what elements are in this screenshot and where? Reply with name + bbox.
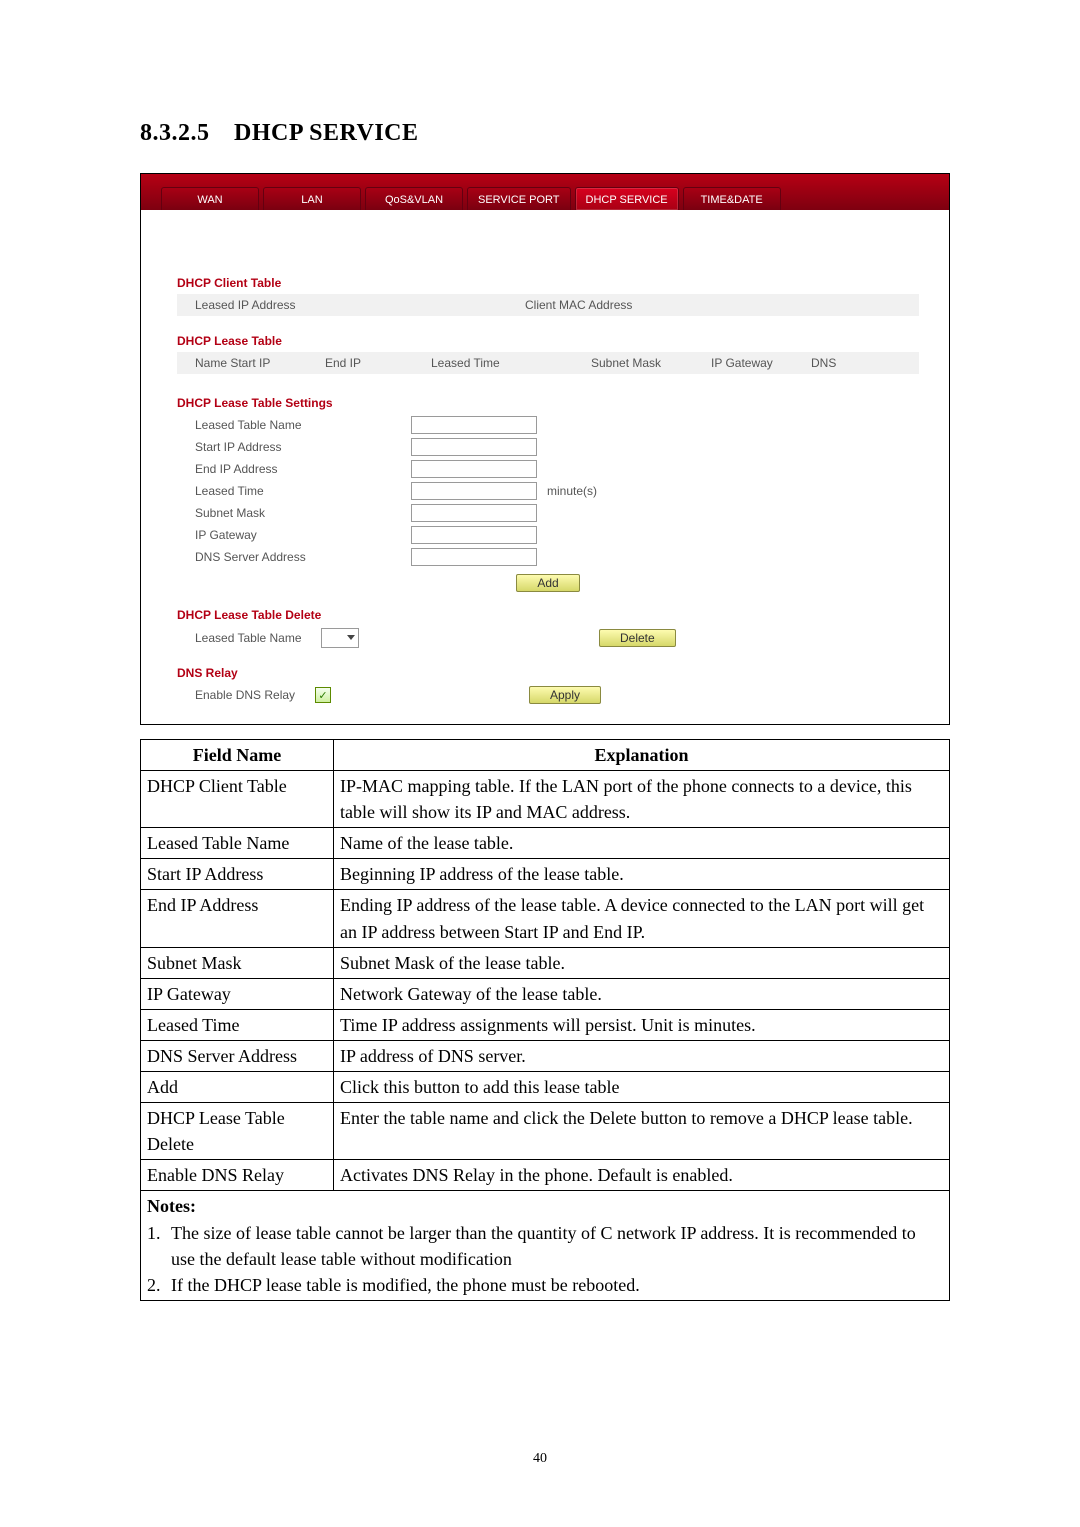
cell-field-name: Add xyxy=(141,1072,334,1103)
section-heading: 8.3.2.5 DHCP SERVICE xyxy=(140,120,950,147)
lease-delete-title: DHCP Lease Table Delete xyxy=(177,608,919,622)
cell-field-name: Subnet Mask xyxy=(141,947,334,978)
lease-settings-title: DHCP Lease Table Settings xyxy=(177,396,919,410)
label-ip-gateway: IP Gateway xyxy=(195,528,411,542)
col-name-startip: Name Start IP xyxy=(195,356,325,370)
add-button[interactable]: Add xyxy=(516,574,579,592)
label-enable-dns-relay: Enable DNS Relay xyxy=(195,688,315,702)
label-leased-table-name: Leased Table Name xyxy=(195,418,411,432)
label-dns-server: DNS Server Address xyxy=(195,550,411,564)
table-row: Start IP AddressBeginning IP address of … xyxy=(141,859,950,890)
col-dns: DNS xyxy=(811,356,919,370)
heading-title: DHCP SERVICE xyxy=(234,120,419,146)
cell-explanation: Enter the table name and click the Delet… xyxy=(334,1103,950,1160)
select-delete-table-name[interactable] xyxy=(321,628,359,648)
tab-bar: WAN LAN QoS&VLAN SERVICE PORT DHCP SERVI… xyxy=(141,174,949,210)
label-end-ip: End IP Address xyxy=(195,462,411,476)
input-ip-gateway[interactable] xyxy=(411,526,537,544)
label-leased-time: Leased Time xyxy=(195,484,411,498)
table-row: Enable DNS RelayActivates DNS Relay in t… xyxy=(141,1160,950,1191)
col-end-ip: End IP xyxy=(325,356,431,370)
table-row: Leased TimeTime IP address assignments w… xyxy=(141,1009,950,1040)
cell-field-name: DHCP Lease Table Delete xyxy=(141,1103,334,1160)
notes-cell: Notes: The size of lease table cannot be… xyxy=(141,1191,950,1300)
note-item: If the DHCP lease table is modified, the… xyxy=(165,1272,943,1298)
table-row: End IP AddressEnding IP address of the l… xyxy=(141,890,950,947)
cell-field-name: IP Gateway xyxy=(141,978,334,1009)
cell-field-name: End IP Address xyxy=(141,890,334,947)
cell-explanation: IP-MAC mapping table. If the LAN port of… xyxy=(334,771,950,828)
checkbox-enable-dns-relay[interactable]: ✓ xyxy=(315,687,331,703)
col-client-mac: Client MAC Address xyxy=(525,298,919,312)
table-row: DHCP Client TableIP-MAC mapping table. I… xyxy=(141,771,950,828)
notes-label: Notes: xyxy=(147,1196,196,1216)
cell-explanation: Click this button to add this lease tabl… xyxy=(334,1072,950,1103)
label-leased-time-unit: minute(s) xyxy=(547,484,597,498)
cell-field-name: DNS Server Address xyxy=(141,1040,334,1071)
tab-service-port[interactable]: SERVICE PORT xyxy=(467,187,571,210)
note-item: The size of lease table cannot be larger… xyxy=(165,1220,943,1272)
th-explanation: Explanation xyxy=(334,740,950,771)
cell-explanation: Time IP address assignments will persist… xyxy=(334,1009,950,1040)
table-row: DHCP Lease Table DeleteEnter the table n… xyxy=(141,1103,950,1160)
dhcp-client-table-header: Leased IP Address Client MAC Address xyxy=(177,294,919,316)
cell-field-name: Leased Time xyxy=(141,1009,334,1040)
dhcp-client-table-title: DHCP Client Table xyxy=(177,276,919,290)
table-row: IP GatewayNetwork Gateway of the lease t… xyxy=(141,978,950,1009)
col-leased-time: Leased Time xyxy=(431,356,591,370)
explanation-table: Field Name Explanation DHCP Client Table… xyxy=(140,739,950,1301)
dhcp-lease-table-header: Name Start IP End IP Leased Time Subnet … xyxy=(177,352,919,374)
tab-dhcp-service[interactable]: DHCP SERVICE xyxy=(575,187,679,210)
cell-explanation: Ending IP address of the lease table. A … xyxy=(334,890,950,947)
label-subnet-mask: Subnet Mask xyxy=(195,506,411,520)
cell-explanation: Activates DNS Relay in the phone. Defaul… xyxy=(334,1160,950,1191)
table-row: Subnet MaskSubnet Mask of the lease tabl… xyxy=(141,947,950,978)
tab-lan[interactable]: LAN xyxy=(263,187,361,210)
panel-body: DHCP Client Table Leased IP Address Clie… xyxy=(141,210,949,724)
tab-wan[interactable]: WAN xyxy=(161,187,259,210)
table-row: Leased Table NameName of the lease table… xyxy=(141,828,950,859)
page-number: 40 xyxy=(0,1451,1080,1467)
delete-button[interactable]: Delete xyxy=(599,629,676,647)
cell-explanation: Subnet Mask of the lease table. xyxy=(334,947,950,978)
input-dns-server[interactable] xyxy=(411,548,537,566)
cell-field-name: Enable DNS Relay xyxy=(141,1160,334,1191)
input-subnet-mask[interactable] xyxy=(411,504,537,522)
input-leased-time[interactable] xyxy=(411,482,537,500)
col-subnet-mask: Subnet Mask xyxy=(591,356,711,370)
cell-explanation: Beginning IP address of the lease table. xyxy=(334,859,950,890)
input-leased-table-name[interactable] xyxy=(411,416,537,434)
th-field-name: Field Name xyxy=(141,740,334,771)
col-leased-ip: Leased IP Address xyxy=(195,298,525,312)
cell-field-name: Leased Table Name xyxy=(141,828,334,859)
label-start-ip: Start IP Address xyxy=(195,440,411,454)
dhcp-lease-table-title: DHCP Lease Table xyxy=(177,334,919,348)
cell-field-name: Start IP Address xyxy=(141,859,334,890)
input-start-ip[interactable] xyxy=(411,438,537,456)
tab-qosvlan[interactable]: QoS&VLAN xyxy=(365,187,463,210)
cell-explanation: IP address of DNS server. xyxy=(334,1040,950,1071)
document-page: 8.3.2.5 DHCP SERVICE WAN LAN QoS&VLAN SE… xyxy=(0,0,1080,1527)
cell-explanation: Network Gateway of the lease table. xyxy=(334,978,950,1009)
dns-relay-title: DNS Relay xyxy=(177,666,919,680)
cell-field-name: DHCP Client Table xyxy=(141,771,334,828)
col-ip-gateway: IP Gateway xyxy=(711,356,811,370)
heading-number: 8.3.2.5 xyxy=(140,120,210,146)
label-delete-table-name: Leased Table Name xyxy=(195,631,321,645)
apply-button[interactable]: Apply xyxy=(529,686,601,704)
ui-screenshot: WAN LAN QoS&VLAN SERVICE PORT DHCP SERVI… xyxy=(140,173,950,725)
table-row: AddClick this button to add this lease t… xyxy=(141,1072,950,1103)
table-row: DNS Server AddressIP address of DNS serv… xyxy=(141,1040,950,1071)
tab-time-date[interactable]: TIME&DATE xyxy=(683,187,781,210)
cell-explanation: Name of the lease table. xyxy=(334,828,950,859)
input-end-ip[interactable] xyxy=(411,460,537,478)
